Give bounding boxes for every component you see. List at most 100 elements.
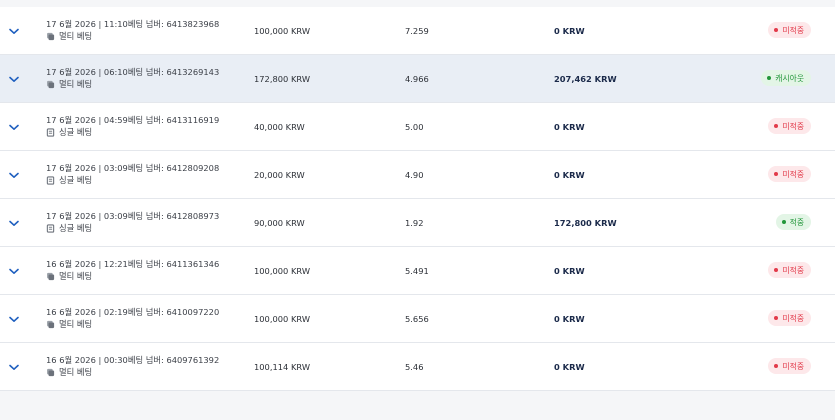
bet-type-label: 멀티 베팅 (59, 31, 93, 41)
bet-row[interactable]: 17 6월 2026 | 06:10베팅 넘버: 6413269143 멀티 베… (0, 55, 835, 103)
bet-type-label: 싱글 베팅 (59, 127, 93, 137)
bet-stake: 172,800 KRW (254, 74, 311, 84)
status-badge: 미적중 (768, 310, 811, 326)
bet-type-label: 싱글 베팅 (59, 223, 93, 233)
bet-info: 16 6월 2026 | 00:30베팅 넘버: 6409761392 멀티 베… (46, 355, 246, 378)
bet-info: 17 6월 2026 | 06:10베팅 넘버: 6413269143 멀티 베… (46, 67, 246, 90)
bet-info: 16 6월 2026 | 02:19베팅 넘버: 6410097220 멀티 베… (46, 307, 246, 330)
bet-stake: 100,000 KRW (254, 266, 311, 276)
bet-date-number: 17 6월 2026 | 04:59베팅 넘버: 6413116919 (46, 115, 220, 125)
bet-odds: 1.92 (405, 218, 424, 228)
bet-odds: 4.90 (405, 170, 424, 180)
status-label: 미적중 (782, 265, 804, 275)
bet-type: 멀티 베팅 (46, 31, 246, 42)
bet-row[interactable]: 17 6월 2026 | 04:59베팅 넘버: 6413116919 싱글 베… (0, 103, 835, 151)
bet-type: 멀티 베팅 (46, 79, 246, 90)
bet-stake: 100,000 KRW (254, 314, 311, 324)
multi-bet-icon (46, 368, 55, 377)
bet-type-label: 멀티 베팅 (59, 79, 93, 89)
bet-payout: 172,800 KRW (554, 218, 617, 228)
bet-payout: 0 KRW (554, 314, 585, 324)
bet-odds: 5.656 (405, 314, 429, 324)
chevron-down-icon[interactable] (7, 72, 21, 86)
bet-payout: 0 KRW (554, 26, 585, 36)
status-label: 미적중 (782, 25, 804, 35)
bet-info: 17 6월 2026 | 04:59베팅 넘버: 6413116919 싱글 베… (46, 115, 246, 138)
bet-row[interactable]: 17 6월 2026 | 03:09베팅 넘버: 6412808973 싱글 베… (0, 199, 835, 247)
bet-stake: 90,000 KRW (254, 218, 305, 228)
status-label: 캐시아웃 (775, 73, 804, 83)
status-badge: 미적중 (768, 262, 811, 278)
bet-row[interactable]: 16 6월 2026 | 00:30베팅 넘버: 6409761392 멀티 베… (0, 343, 835, 391)
bet-history-list: 17 6월 2026 | 11:10베팅 넘버: 6413823968 멀티 베… (0, 7, 835, 391)
bet-type-label: 멀티 베팅 (59, 271, 93, 281)
bet-odds: 5.00 (405, 122, 424, 132)
bet-type: 싱글 베팅 (46, 175, 246, 186)
status-badge: 캐시아웃 (761, 70, 811, 86)
status-label: 미적중 (782, 169, 804, 179)
status-badge: 적중 (775, 214, 811, 230)
bet-type-label: 싱글 베팅 (59, 175, 93, 185)
bet-odds: 5.491 (405, 266, 429, 276)
chevron-down-icon[interactable] (7, 120, 21, 134)
bet-date-number: 16 6월 2026 | 02:19베팅 넘버: 6410097220 (46, 307, 220, 317)
bet-type: 싱글 베팅 (46, 127, 246, 138)
bet-payout: 0 KRW (554, 170, 585, 180)
single-bet-icon (46, 128, 55, 137)
bet-date-number: 16 6월 2026 | 00:30베팅 넘버: 6409761392 (46, 355, 220, 365)
bet-type: 멀티 베팅 (46, 319, 246, 330)
bet-date-number: 16 6월 2026 | 12:21베팅 넘버: 6411361346 (46, 259, 220, 269)
chevron-down-icon[interactable] (7, 360, 21, 374)
status-dot-icon (774, 364, 779, 368)
bet-payout: 0 KRW (554, 362, 585, 372)
status-dot-icon (774, 172, 779, 176)
bet-date-number: 17 6월 2026 | 06:10베팅 넘버: 6413269143 (46, 67, 220, 77)
chevron-down-icon[interactable] (7, 24, 21, 38)
bet-payout: 207,462 KRW (554, 74, 617, 84)
bet-row[interactable]: 17 6월 2026 | 11:10베팅 넘버: 6413823968 멀티 베… (0, 7, 835, 55)
status-badge: 미적중 (768, 358, 811, 374)
multi-bet-icon (46, 80, 55, 89)
multi-bet-icon (46, 272, 55, 281)
status-badge: 미적중 (768, 22, 811, 38)
status-label: 미적중 (782, 361, 804, 371)
single-bet-icon (46, 224, 55, 233)
bet-payout: 0 KRW (554, 266, 585, 276)
bet-stake: 100,000 KRW (254, 26, 311, 36)
status-badge: 미적중 (768, 118, 811, 134)
bet-stake: 100,114 KRW (254, 362, 311, 372)
status-dot-icon (774, 316, 779, 320)
chevron-down-icon[interactable] (7, 216, 21, 230)
multi-bet-icon (46, 320, 55, 329)
status-dot-icon (781, 220, 786, 224)
multi-bet-icon (46, 32, 55, 41)
status-badge: 미적중 (768, 166, 811, 182)
bet-stake: 20,000 KRW (254, 170, 305, 180)
chevron-down-icon[interactable] (7, 264, 21, 278)
bet-odds: 7.259 (405, 26, 429, 36)
status-label: 미적중 (782, 121, 804, 131)
bet-row[interactable]: 16 6월 2026 | 02:19베팅 넘버: 6410097220 멀티 베… (0, 295, 835, 343)
bet-payout: 0 KRW (554, 122, 585, 132)
status-label: 미적중 (782, 313, 804, 323)
bet-type: 멀티 베팅 (46, 271, 246, 282)
bet-type-label: 멀티 베팅 (59, 367, 93, 377)
bet-info: 17 6월 2026 | 11:10베팅 넘버: 6413823968 멀티 베… (46, 19, 246, 42)
bet-type-label: 멀티 베팅 (59, 319, 93, 329)
bet-info: 16 6월 2026 | 12:21베팅 넘버: 6411361346 멀티 베… (46, 259, 246, 282)
single-bet-icon (46, 176, 55, 185)
status-dot-icon (774, 268, 779, 272)
bet-odds: 4.966 (405, 74, 429, 84)
bet-date-number: 17 6월 2026 | 03:09베팅 넘버: 6412809208 (46, 163, 220, 173)
status-dot-icon (774, 124, 779, 128)
bet-date-number: 17 6월 2026 | 11:10베팅 넘버: 6413823968 (46, 19, 220, 29)
bet-row[interactable]: 17 6월 2026 | 03:09베팅 넘버: 6412809208 싱글 베… (0, 151, 835, 199)
bet-info: 17 6월 2026 | 03:09베팅 넘버: 6412808973 싱글 베… (46, 211, 246, 234)
bet-stake: 40,000 KRW (254, 122, 305, 132)
chevron-down-icon[interactable] (7, 168, 21, 182)
bet-type: 싱글 베팅 (46, 223, 246, 234)
bet-odds: 5.46 (405, 362, 424, 372)
bet-type: 멀티 베팅 (46, 367, 246, 378)
chevron-down-icon[interactable] (7, 312, 21, 326)
bet-row[interactable]: 16 6월 2026 | 12:21베팅 넘버: 6411361346 멀티 베… (0, 247, 835, 295)
